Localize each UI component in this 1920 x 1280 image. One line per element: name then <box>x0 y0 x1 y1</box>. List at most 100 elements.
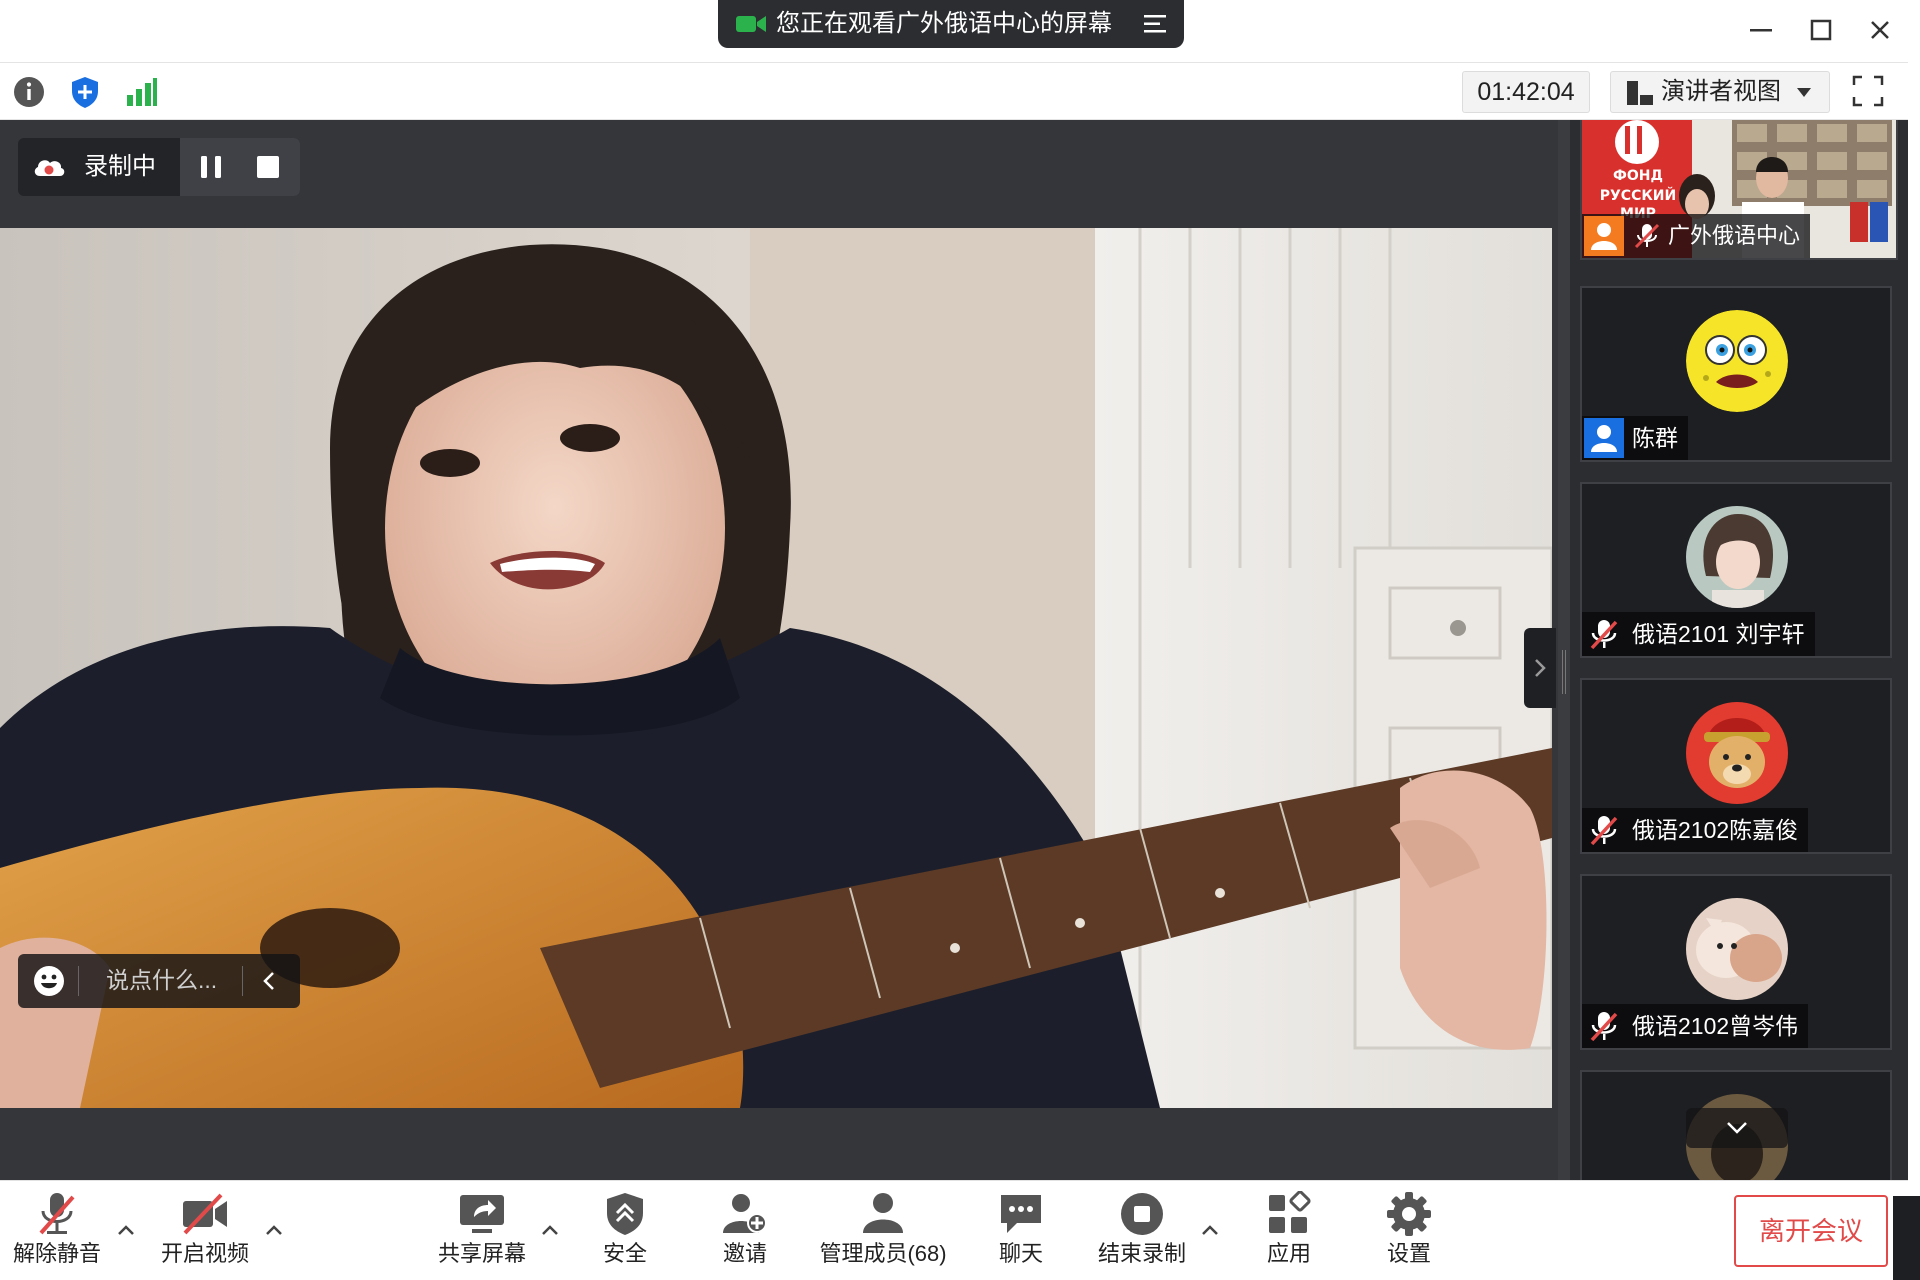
chevron-down-icon <box>1727 1122 1747 1134</box>
settings-label: 设置 <box>1386 1241 1431 1266</box>
fullscreen-icon[interactable] <box>1852 75 1884 107</box>
participant-name: 俄语2102曾岑伟 <box>1632 1013 1799 1039</box>
participant-name: 俄语2102陈嘉俊 <box>1632 817 1799 843</box>
avatar <box>1686 506 1788 608</box>
participant-nametag: 陈群 <box>1582 416 1688 460</box>
meeting-timer: 01:42:04 <box>1462 71 1590 113</box>
participant-tile[interactable] <box>1580 1070 1892 1180</box>
start-video-label: 开启视频 <box>160 1241 249 1266</box>
chat-icon <box>1001 1195 1041 1233</box>
minimize-icon[interactable] <box>1742 12 1778 48</box>
unmute-label: 解除静音 <box>12 1241 101 1266</box>
chat-quick-box: 说点什么... <box>18 854 300 1028</box>
close-icon[interactable] <box>1862 12 1898 48</box>
members-icon <box>863 1193 903 1233</box>
participant-panel: ФОНД РУССКИЙ МИР <box>1570 120 1908 1180</box>
participant-name: 广外俄语中心 <box>1668 223 1801 248</box>
host-badge-icon <box>1584 216 1624 256</box>
chevron-up-icon[interactable] <box>1200 1223 1220 1237</box>
screen-share-banner[interactable]: 您正在观看广外俄语中心的屏幕 <box>718 0 1184 48</box>
participant-name: 陈群 <box>1632 425 1678 451</box>
bottom-control-bar: 解除静音 开启视频 共享屏幕 安全 邀请 管理成员(68) 聊天 结束录制 应用… <box>0 1180 1908 1280</box>
speaker-view-icon <box>1627 81 1653 105</box>
mic-muted-icon <box>1590 1012 1618 1042</box>
logo-line-1: ФОНД <box>1613 168 1663 184</box>
chevron-left-icon[interactable] <box>260 970 278 992</box>
invite-label: 邀请 <box>722 1241 767 1266</box>
stop-recording-icon[interactable] <box>256 155 280 179</box>
share-banner-text: 您正在观看广外俄语中心的屏幕 <box>776 10 1112 37</box>
apps-button[interactable]: 应用 <box>1256 1191 1322 1275</box>
mic-muted-icon <box>1634 223 1660 249</box>
chevron-up-icon[interactable] <box>540 1223 560 1237</box>
share-screen-button[interactable]: 共享屏幕 <box>434 1191 530 1275</box>
mic-muted-icon <box>39 1193 75 1235</box>
settings-button[interactable]: 设置 <box>1376 1191 1442 1275</box>
chevron-right-icon <box>1535 659 1546 677</box>
participant-nametag: 俄语2102陈嘉俊 <box>1582 808 1809 852</box>
shield-icon <box>607 1193 643 1235</box>
chat-placeholder[interactable]: 说点什么... <box>106 966 217 994</box>
signal-strength-icon[interactable] <box>122 73 160 111</box>
cloud-record-icon <box>34 160 65 176</box>
chevron-up-icon[interactable] <box>116 1223 136 1237</box>
manage-members-button[interactable]: 管理成员(68) <box>814 1191 952 1275</box>
meeting-window: 您正在观看广外俄语中心的屏幕 01:42:04 演讲者视图 录制中 说点什么..… <box>0 0 1920 1280</box>
title-bar: 您正在观看广外俄语中心的屏幕 <box>0 0 1920 62</box>
chat-button[interactable]: 聊天 <box>988 1191 1054 1275</box>
host-nametag: 广外俄语中心 <box>1582 214 1811 258</box>
chat-input-bar[interactable]: 说点什么... <box>18 954 300 1008</box>
chevron-down-icon <box>1797 88 1811 97</box>
recording-label: 录制中 <box>84 153 156 180</box>
mic-muted-icon <box>1590 816 1618 846</box>
invite-button[interactable]: 邀请 <box>712 1191 778 1275</box>
avatar <box>1686 898 1788 1000</box>
apps-label: 应用 <box>1266 1241 1311 1266</box>
manage-members-label: 管理成员(68) <box>819 1241 947 1266</box>
participant-name: 俄语2101 刘宇轩 <box>1632 621 1805 647</box>
chevron-up-icon[interactable] <box>264 1223 284 1237</box>
pause-recording-icon[interactable] <box>198 154 224 180</box>
security-button[interactable]: 安全 <box>592 1191 658 1275</box>
avatar <box>1686 702 1788 804</box>
video-off-icon <box>183 1193 227 1235</box>
stop-record-icon <box>1121 1193 1163 1235</box>
meeting-toolbar: 01:42:04 演讲者视图 <box>0 62 1908 120</box>
view-mode-label: 演讲者视图 <box>1661 78 1781 105</box>
camera-icon <box>736 16 766 32</box>
user-icon <box>1584 418 1624 458</box>
collapse-panel-button[interactable] <box>1524 628 1556 708</box>
mic-muted-icon <box>1590 620 1618 650</box>
participant-tile-host[interactable]: ФОНД РУССКИЙ МИР <box>1580 120 1898 260</box>
avatar <box>1686 310 1788 412</box>
start-video-button[interactable]: 开启视频 <box>158 1191 252 1275</box>
chat-separator-2 <box>242 966 243 996</box>
end-recording-label: 结束录制 <box>1097 1241 1186 1266</box>
gear-icon <box>1387 1192 1431 1236</box>
security-shield-icon[interactable] <box>66 73 104 111</box>
share-screen-label: 共享屏幕 <box>437 1241 526 1266</box>
share-screen-icon <box>460 1195 504 1233</box>
leave-meeting-button[interactable]: 离开会议 <box>1734 1195 1888 1267</box>
view-mode-dropdown[interactable]: 演讲者视图 <box>1610 71 1830 113</box>
participant-tile[interactable]: 俄语2101 刘宇轩 <box>1580 482 1892 658</box>
panel-divider[interactable] <box>1558 120 1570 1180</box>
menu-icon[interactable] <box>1144 12 1170 36</box>
participant-tile[interactable]: 陈群 <box>1580 286 1892 462</box>
participant-nametag: 俄语2101 刘宇轩 <box>1582 612 1815 656</box>
recording-indicator: 录制中 <box>18 138 300 196</box>
logo-line-2: РУССКИЙ <box>1600 187 1676 204</box>
emoji-icon[interactable] <box>32 964 66 998</box>
end-recording-button[interactable]: 结束录制 <box>1094 1191 1190 1275</box>
scroll-down-button[interactable] <box>1686 1108 1788 1148</box>
divider-grip[interactable] <box>1562 650 1566 694</box>
participant-tile[interactable]: 俄语2102曾岑伟 <box>1580 874 1892 1050</box>
apps-grid-icon <box>1269 1191 1311 1233</box>
info-icon[interactable] <box>10 73 48 111</box>
chat-separator <box>78 966 79 996</box>
unmute-button[interactable]: 解除静音 <box>10 1191 104 1275</box>
edge-overlay <box>1893 1196 1920 1280</box>
panel-scrollbar[interactable] <box>1908 120 1920 1180</box>
maximize-icon[interactable] <box>1802 12 1838 48</box>
participant-tile[interactable]: 俄语2102陈嘉俊 <box>1580 678 1892 854</box>
